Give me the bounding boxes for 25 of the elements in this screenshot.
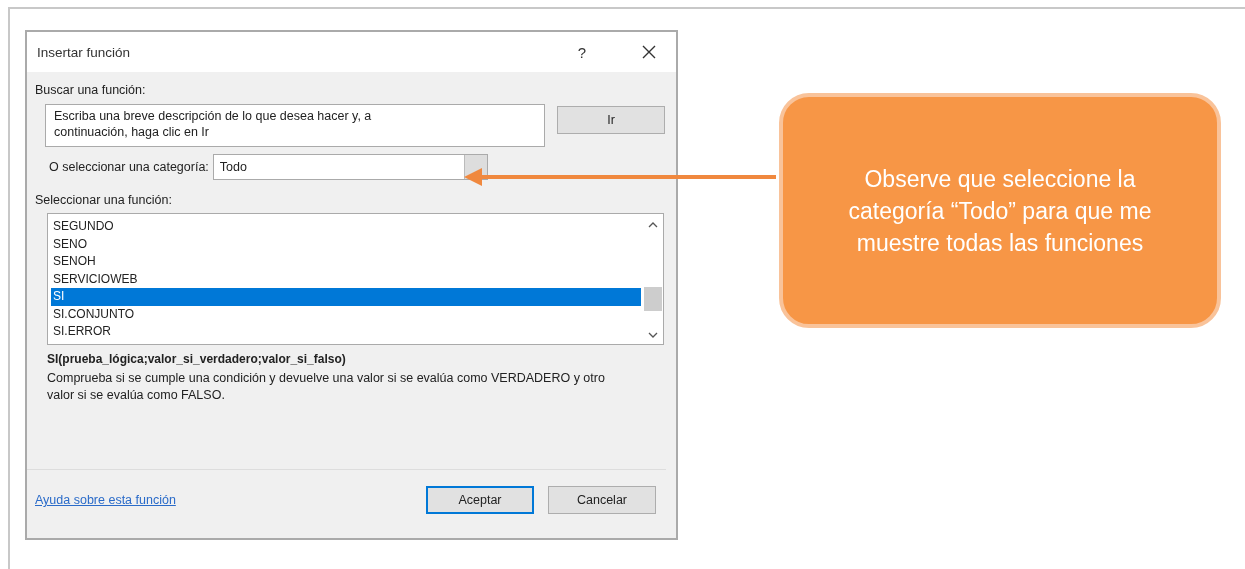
category-label: O seleccionar una categoría: (49, 160, 209, 174)
search-label: Buscar una función: (35, 82, 147, 98)
go-button[interactable]: Ir (557, 106, 665, 134)
window-title: Insertar función (37, 44, 132, 60)
function-item[interactable]: SI.ERROR (51, 323, 641, 341)
callout-text: Observe que seleccione la categoría “Todo” para que me muestre todas las funciones (847, 164, 1153, 258)
close-icon[interactable] (642, 45, 656, 59)
function-item[interactable]: SI (51, 288, 641, 306)
function-item[interactable]: SENO (51, 235, 641, 253)
function-item[interactable]: SENOH (51, 253, 641, 271)
scroll-down-icon[interactable] (648, 332, 658, 338)
function-item[interactable]: SERVICIOWEB (51, 270, 641, 288)
function-description: Comprueba si se cumple una condición y devuelve una valor si se evalúa como VERDADERO y otro valor si se evalúa como FALSO. (47, 370, 606, 404)
category-dropdown[interactable]: Todo (212, 154, 488, 180)
help-link[interactable]: Ayuda sobre esta función (35, 493, 412, 507)
function-list-label: Seleccionar una función: (35, 192, 173, 208)
function-signature: SI(prueba_lógica;valor_si_verdadero;valor_si_falso) (47, 352, 347, 366)
ok-button[interactable]: Aceptar (426, 486, 534, 514)
search-field[interactable]: Escriba una breve descripción de lo que desea hacer y, a continuación, haga clic en Ir (45, 104, 545, 147)
function-item[interactable]: SI.CONJUNTO (51, 305, 641, 323)
function-item[interactable]: SEGUNDO (51, 218, 641, 236)
scroll-up-icon[interactable] (648, 222, 658, 228)
cancel-button[interactable]: Cancelar (548, 486, 656, 514)
scrollbar-thumb[interactable] (644, 287, 662, 311)
help-button[interactable]: ? (577, 43, 586, 61)
